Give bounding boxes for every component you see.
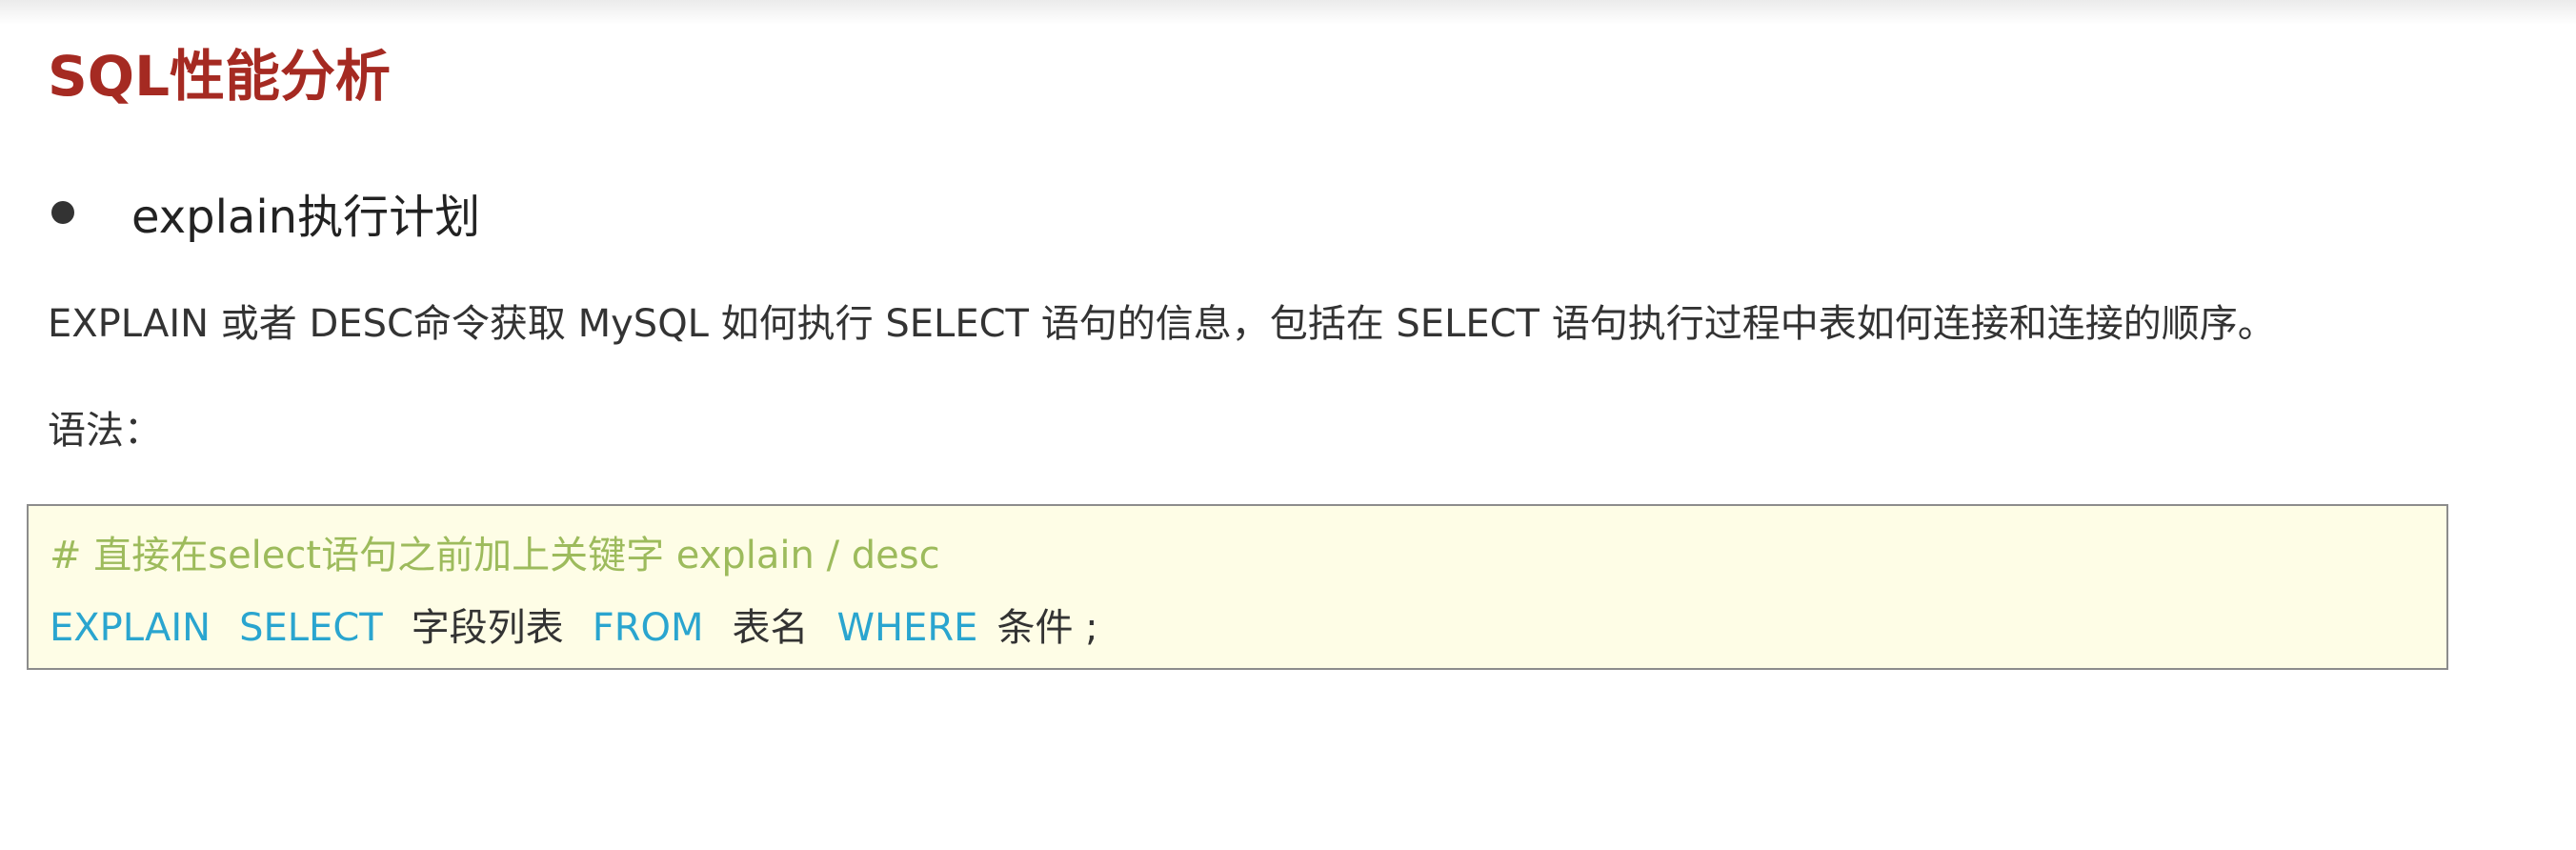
page-title: SQL性能分析 — [48, 44, 392, 109]
keyword-where: WHERE — [836, 606, 978, 650]
bullet-dot-icon — [51, 201, 74, 224]
description-paragraph: EXPLAIN 或者 DESC命令获取 MySQL 如何执行 SELECT 语句… — [48, 302, 2276, 346]
code-condition: 条件 ; — [996, 606, 1098, 650]
bullet-text: explain执行计划 — [131, 191, 481, 244]
keyword-explain: EXPLAIN — [50, 606, 211, 650]
keyword-from: FROM — [592, 606, 704, 650]
bullet-item: explain执行计划 — [48, 177, 480, 248]
code-comment: # 直接在select语句之前加上关键字 explain / desc — [50, 534, 940, 577]
top-shadow — [0, 0, 2576, 25]
code-table: 表名 — [732, 606, 809, 650]
page: SQL性能分析 explain执行计划 EXPLAIN 或者 DESC命令获取 … — [0, 0, 2576, 850]
code-block: # 直接在select语句之前加上关键字 explain / desc EXPL… — [27, 504, 2448, 670]
keyword-select: SELECT — [239, 606, 383, 650]
code-statement: EXPLAIN SELECT 字段列表 FROM 表名 WHERE 条件 ; — [50, 599, 1098, 657]
code-fields: 字段列表 — [411, 606, 564, 650]
syntax-label: 语法： — [48, 409, 162, 453]
